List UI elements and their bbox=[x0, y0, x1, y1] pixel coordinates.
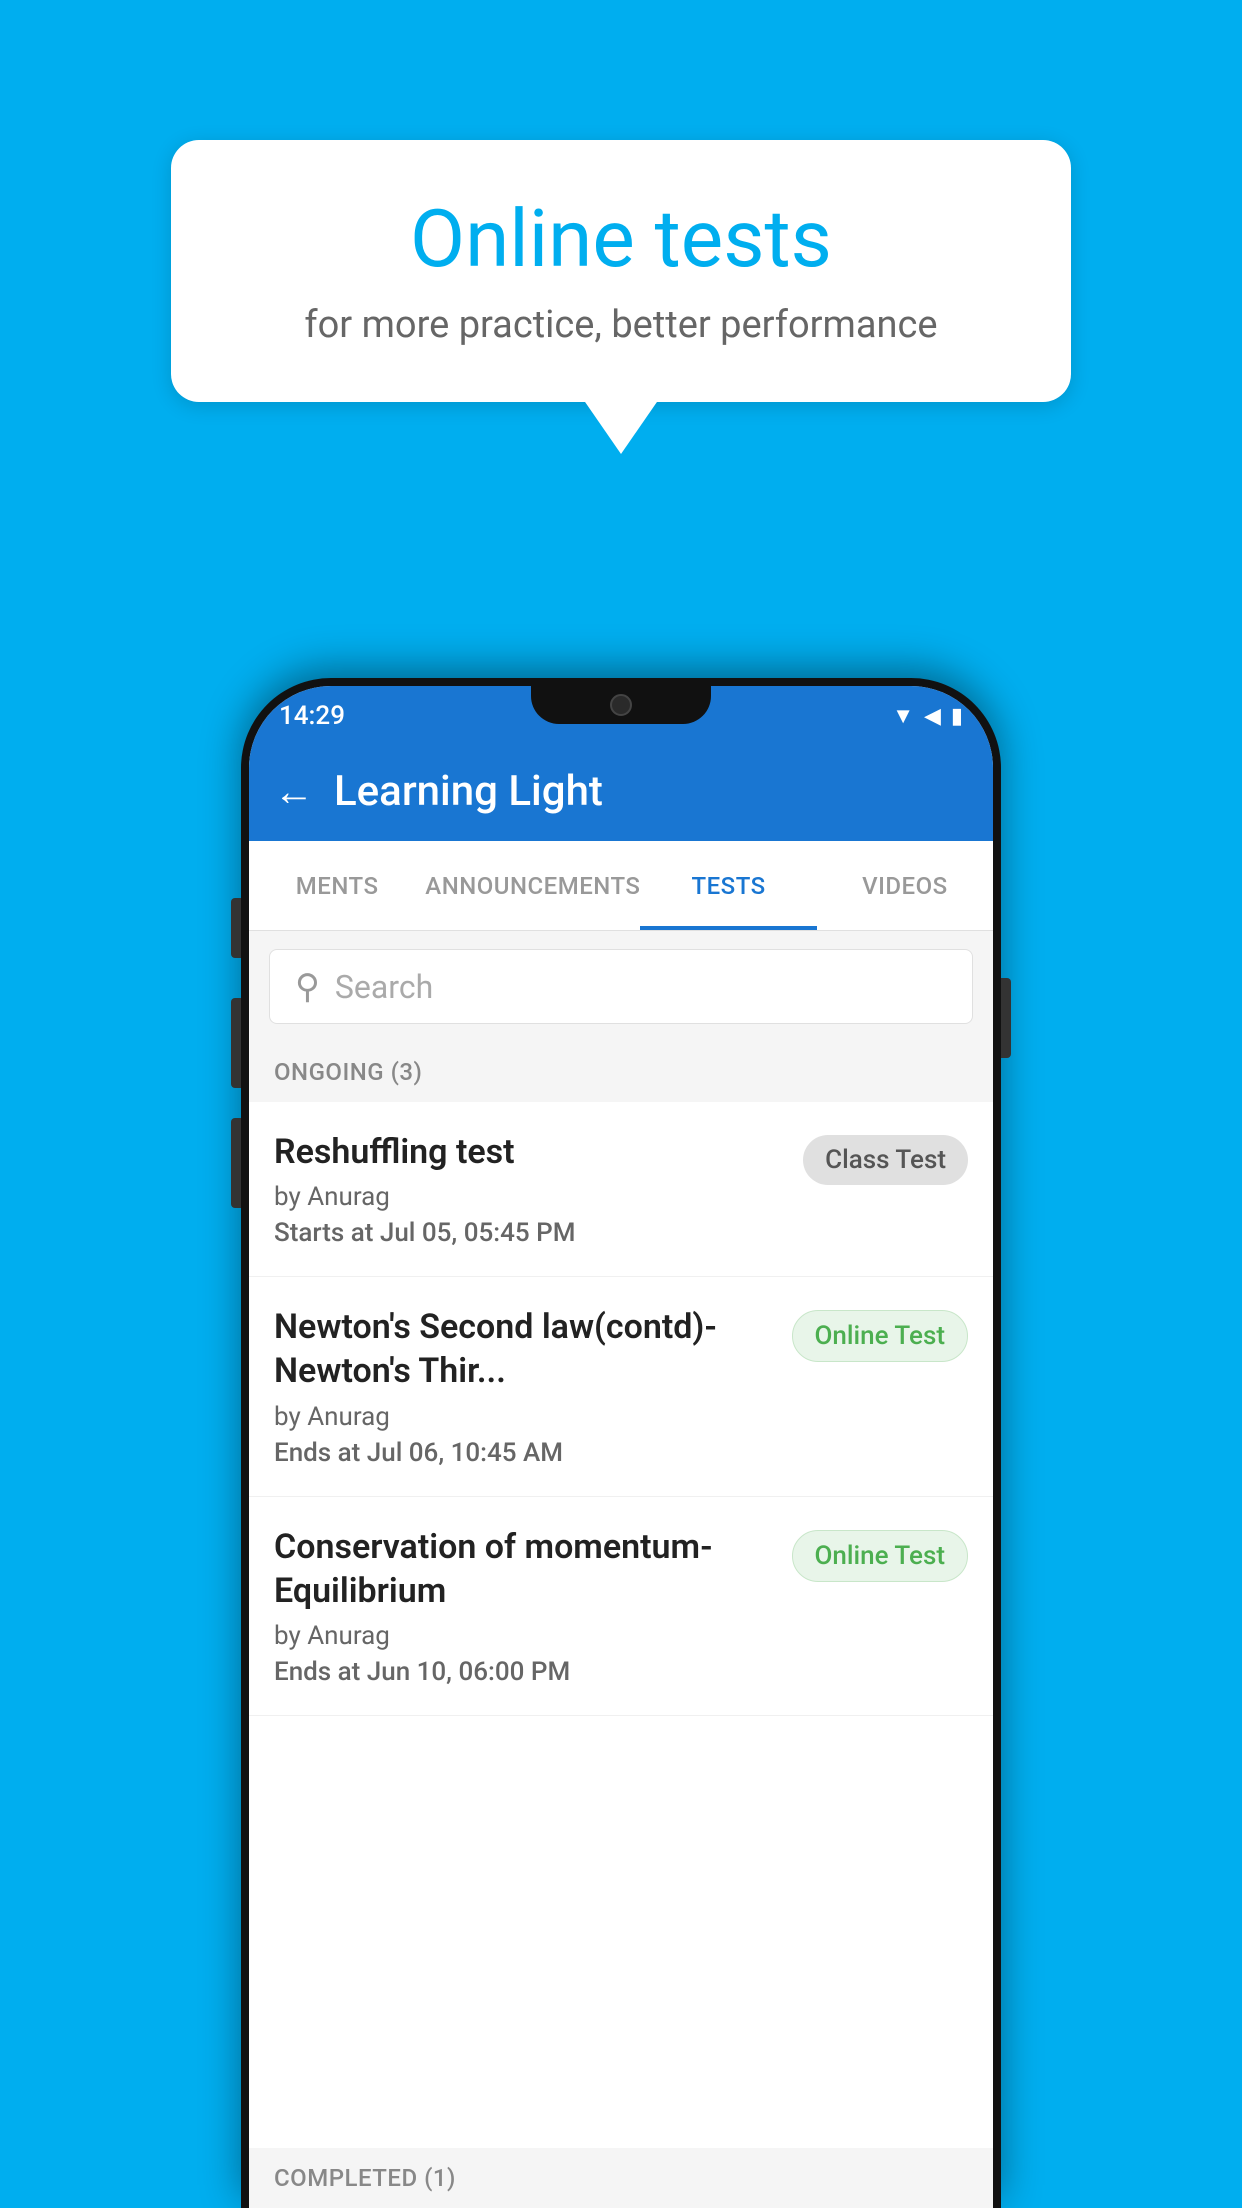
volume-down-button[interactable] bbox=[231, 998, 241, 1088]
app-bar: ← Learning Light bbox=[249, 741, 993, 841]
test-time-value-3: Jun 10, 06:00 PM bbox=[367, 1657, 570, 1687]
test-name-3: Conservation of momentum-Equilibrium bbox=[274, 1525, 772, 1613]
status-icons: ▼ ◀ ▮ bbox=[892, 703, 963, 729]
test-name-1: Reshuffling test bbox=[274, 1130, 783, 1174]
ongoing-section-header: ONGOING (3) bbox=[249, 1042, 993, 1102]
phone-notch bbox=[531, 686, 711, 724]
test-item-1[interactable]: Reshuffling test by Anurag Starts at Jul… bbox=[249, 1102, 993, 1277]
status-time: 14:29 bbox=[279, 701, 345, 731]
test-author-3: by Anurag bbox=[274, 1621, 772, 1651]
test-time-value-1: Jul 05, 05:45 PM bbox=[380, 1218, 576, 1248]
test-author-2: by Anurag bbox=[274, 1402, 772, 1432]
back-button[interactable]: ← bbox=[274, 768, 314, 815]
tab-videos[interactable]: VIDEOS bbox=[817, 841, 993, 930]
signal-icon: ◀ bbox=[924, 704, 941, 729]
app-title: Learning Light bbox=[334, 767, 603, 816]
search-placeholder-text: Search bbox=[335, 968, 433, 1006]
test-author-1: by Anurag bbox=[274, 1182, 783, 1212]
test-item-3[interactable]: Conservation of momentum-Equilibrium by … bbox=[249, 1497, 993, 1716]
tab-announcements-label: ANNOUNCEMENTS bbox=[425, 872, 640, 900]
test-info-3: Conservation of momentum-Equilibrium by … bbox=[274, 1525, 792, 1687]
test-time-2: Ends at Jul 06, 10:45 AM bbox=[274, 1438, 772, 1468]
tab-tests[interactable]: TESTS bbox=[640, 841, 816, 930]
tab-announcements[interactable]: ANNOUNCEMENTS bbox=[425, 841, 640, 930]
tab-ments[interactable]: MENTS bbox=[249, 841, 425, 930]
tabs-bar: MENTS ANNOUNCEMENTS TESTS VIDEOS bbox=[249, 841, 993, 931]
bubble-subtitle: for more practice, better performance bbox=[231, 303, 1011, 347]
test-time-1: Starts at Jul 05, 05:45 PM bbox=[274, 1218, 783, 1248]
search-container: ⚲ Search bbox=[249, 931, 993, 1042]
speech-bubble-container: Online tests for more practice, better p… bbox=[171, 140, 1071, 402]
search-icon: ⚲ bbox=[295, 967, 320, 1007]
silent-button[interactable] bbox=[231, 1118, 241, 1208]
volume-up-button[interactable] bbox=[231, 898, 241, 958]
tab-tests-label: TESTS bbox=[692, 872, 766, 900]
search-box[interactable]: ⚲ Search bbox=[269, 949, 973, 1024]
wifi-icon: ▼ bbox=[892, 703, 914, 729]
camera bbox=[610, 694, 632, 716]
badge-online-test-3: Online Test bbox=[792, 1530, 969, 1582]
tab-videos-label: VIDEOS bbox=[862, 872, 948, 900]
tab-ments-label: MENTS bbox=[296, 872, 379, 900]
test-time-label-2: Ends at bbox=[274, 1438, 360, 1468]
bubble-title: Online tests bbox=[231, 195, 1011, 283]
test-time-value-2: Jul 06, 10:45 AM bbox=[367, 1438, 563, 1468]
badge-online-test-2: Online Test bbox=[792, 1310, 969, 1362]
power-button[interactable] bbox=[1001, 978, 1011, 1058]
badge-class-test-1: Class Test bbox=[803, 1135, 968, 1185]
test-time-label-1: Starts at bbox=[274, 1218, 373, 1248]
battery-icon: ▮ bbox=[951, 704, 963, 729]
test-item-2[interactable]: Newton's Second law(contd)-Newton's Thir… bbox=[249, 1277, 993, 1496]
completed-section-header: COMPLETED (1) bbox=[249, 2148, 993, 2208]
test-time-3: Ends at Jun 10, 06:00 PM bbox=[274, 1657, 772, 1687]
test-info-2: Newton's Second law(contd)-Newton's Thir… bbox=[274, 1305, 792, 1467]
speech-bubble: Online tests for more practice, better p… bbox=[171, 140, 1071, 402]
test-name-2: Newton's Second law(contd)-Newton's Thir… bbox=[274, 1305, 772, 1393]
test-info-1: Reshuffling test by Anurag Starts at Jul… bbox=[274, 1130, 803, 1248]
phone-frame: 14:29 ▼ ◀ ▮ ← Learning Light MENTS ANNOU… bbox=[241, 678, 1001, 2208]
phone-screen: 14:29 ▼ ◀ ▮ ← Learning Light MENTS ANNOU… bbox=[249, 686, 993, 2208]
test-list: Reshuffling test by Anurag Starts at Jul… bbox=[249, 1102, 993, 1716]
test-time-label-3: Ends at bbox=[274, 1657, 360, 1687]
